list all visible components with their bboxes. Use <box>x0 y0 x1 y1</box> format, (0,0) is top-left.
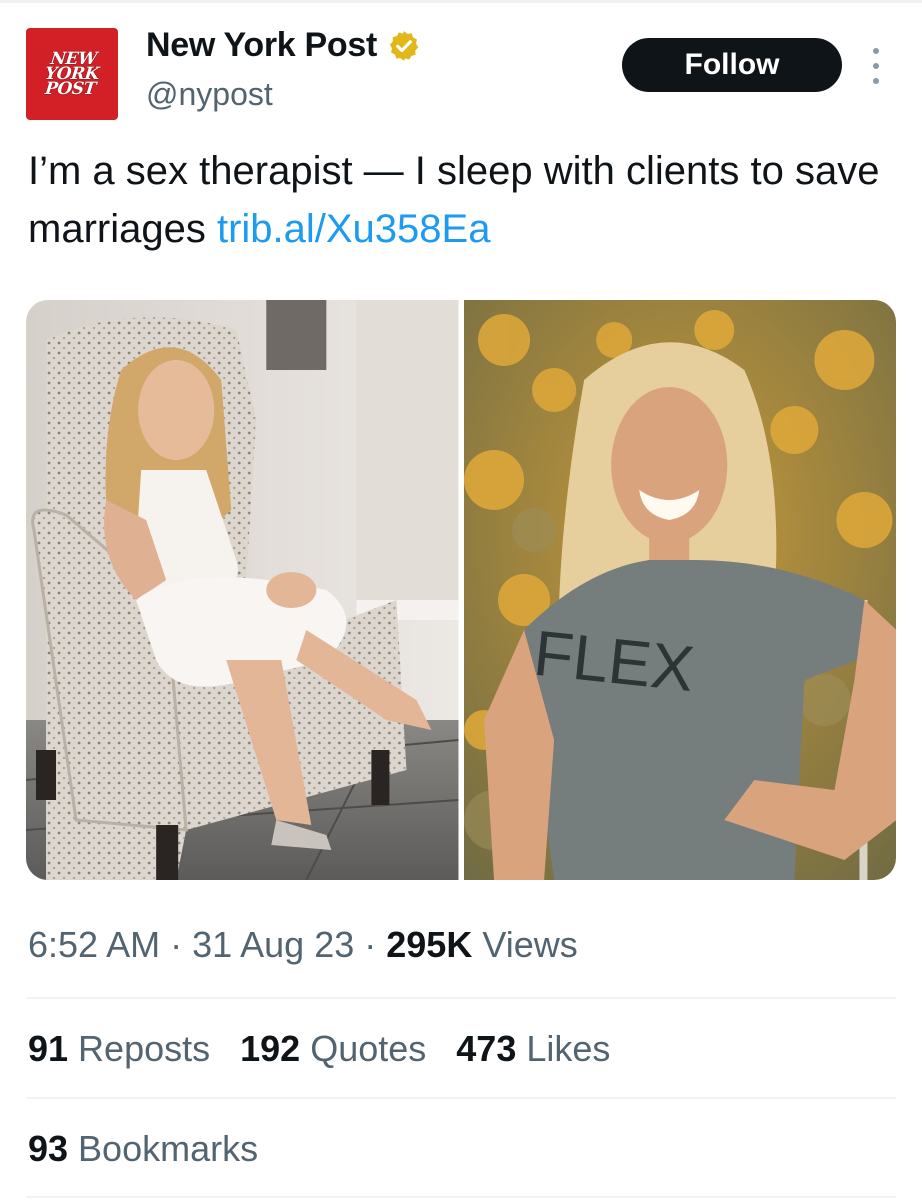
photo-armchair-image <box>26 300 459 880</box>
tweet-text: I’m a sex therapist — I sleep with clien… <box>28 142 908 258</box>
display-name[interactable]: New York Post <box>146 26 377 65</box>
more-options-icon[interactable] <box>866 48 886 84</box>
reposts-stat[interactable]: 91 Reposts <box>28 1028 210 1070</box>
photo-flex-shirt-image: FLEX <box>463 300 896 880</box>
tweet-date[interactable]: 31 Aug 23 <box>192 924 354 965</box>
views-label: Views <box>472 924 578 965</box>
divider <box>26 1196 896 1198</box>
divider <box>26 997 896 999</box>
follow-button[interactable]: Follow <box>622 38 842 92</box>
bookmarks-stat[interactable]: 93 Bookmarks <box>28 1128 258 1170</box>
account-avatar[interactable]: NEW YORK POST <box>26 28 118 120</box>
top-divider <box>0 0 922 3</box>
tweet-time[interactable]: 6:52 AM <box>28 924 160 965</box>
divider <box>26 1097 896 1099</box>
nypost-logo: NEW YORK POST <box>44 48 101 99</box>
likes-stat[interactable]: 473 Likes <box>456 1028 610 1070</box>
account-name-row[interactable]: New York Post <box>146 26 421 65</box>
tweet-media[interactable]: FLEX <box>26 300 896 880</box>
tweet-link[interactable]: trib.al/Xu358Ea <box>217 207 491 251</box>
views-count: 295K <box>386 924 473 965</box>
account-handle[interactable]: @nypost <box>146 76 273 113</box>
tweet-meta: 6:52 AM · 31 Aug 23 · 295K Views <box>28 924 578 965</box>
engagement-stats: 91 Reposts 192 Quotes 473 Likes <box>28 1028 610 1070</box>
quotes-stat[interactable]: 192 Quotes <box>240 1028 426 1070</box>
photo-right-flex-shirt[interactable]: FLEX <box>463 300 896 880</box>
photo-left-armchair[interactable] <box>26 300 459 880</box>
verified-badge-icon[interactable] <box>387 29 421 63</box>
